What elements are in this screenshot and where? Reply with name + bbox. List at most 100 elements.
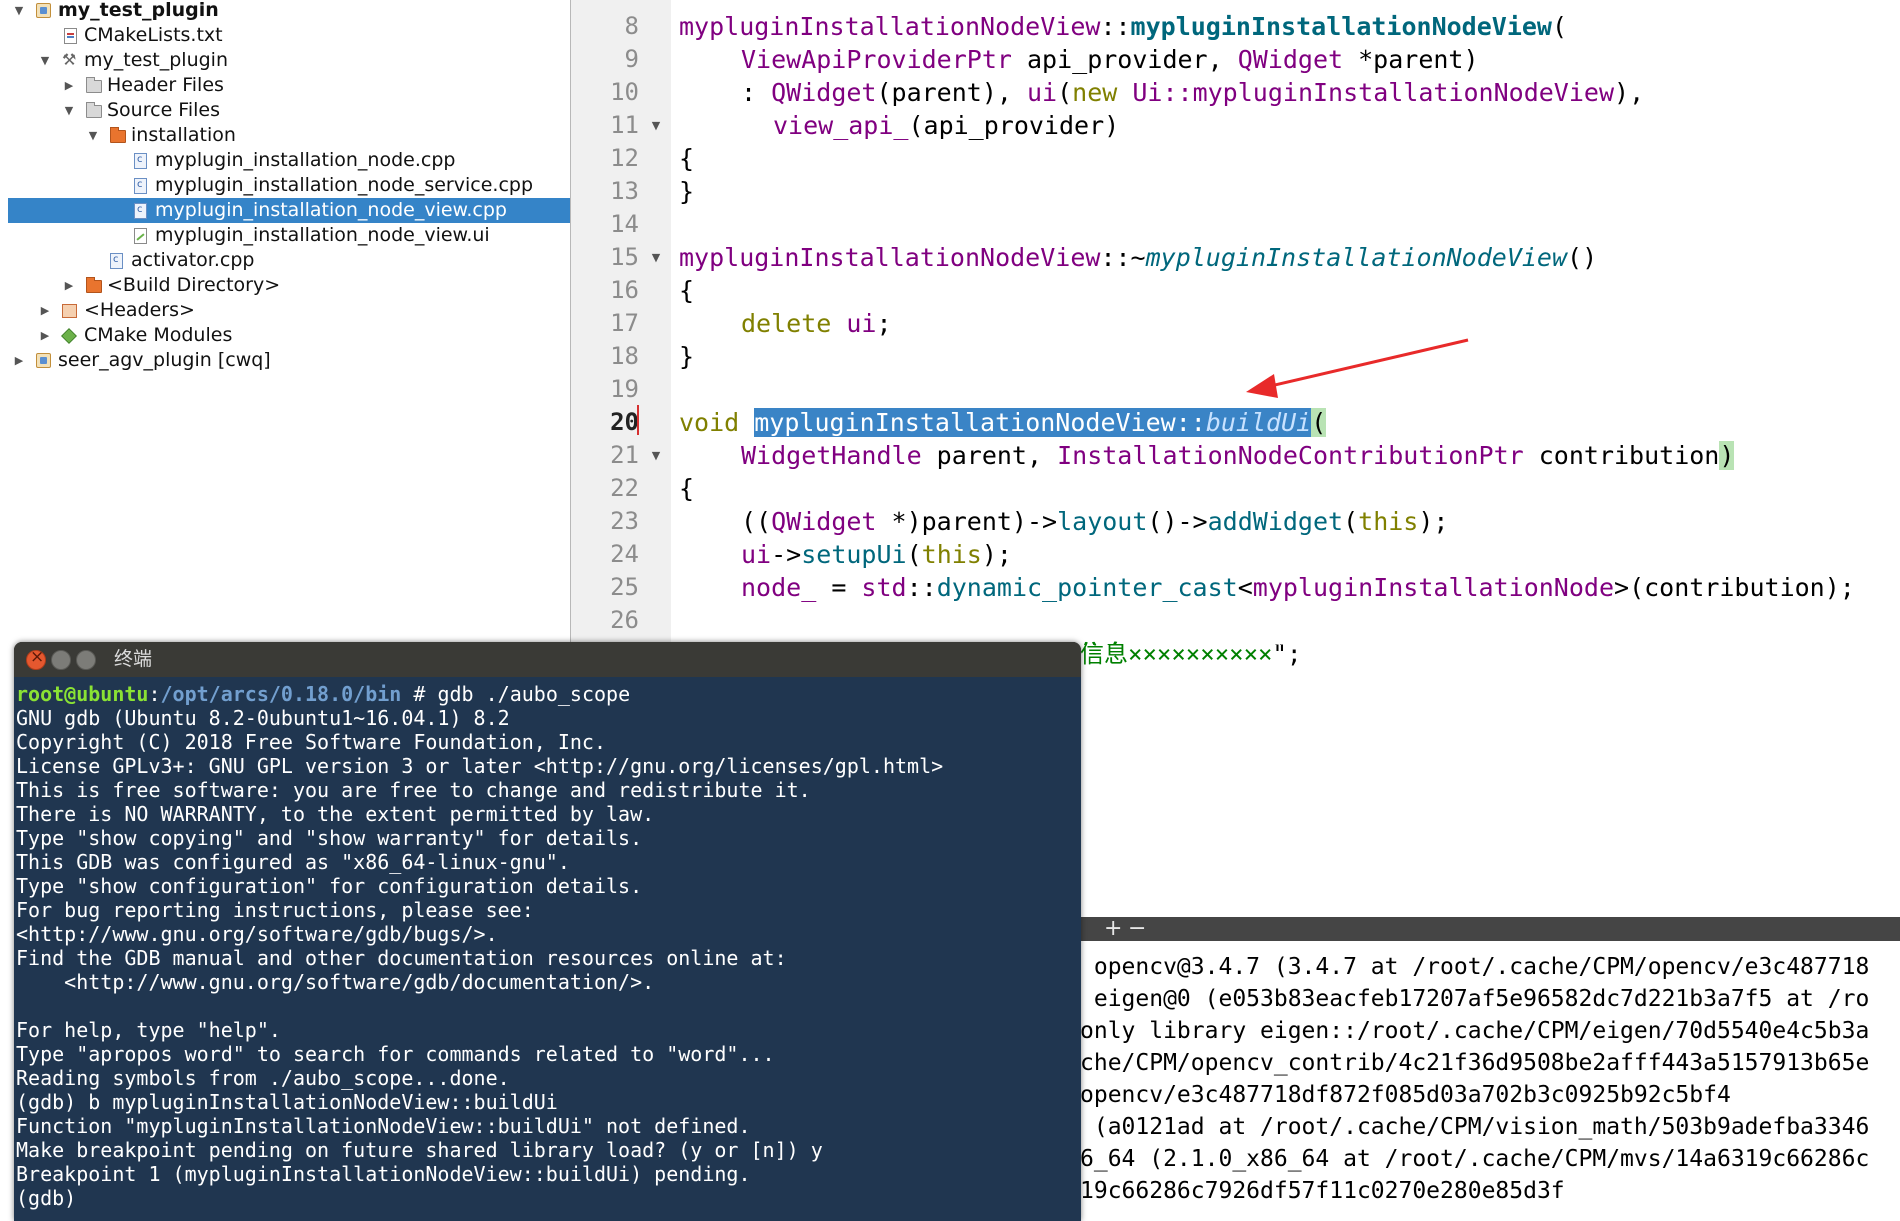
fold-arrow-icon[interactable]: ▼ [649, 241, 663, 274]
class-name: mypluginInstallationNodeView [679, 12, 1101, 41]
output-line: 6_64 (2.1.0_x86_64 at /root/.cache/CPM/m… [1080, 1146, 1870, 1172]
cpp-file-icon [134, 203, 147, 219]
tree-item-project[interactable]: ▼ my_test_plugin [0, 0, 570, 23]
terminal-titlebar[interactable]: 终端 [14, 642, 1081, 677]
tree-item-cmake-modules[interactable]: ▶ CMake Modules [0, 323, 570, 348]
code-line[interactable]: 信息××××××××××"; [1080, 638, 1301, 671]
line-number: 10 [610, 78, 639, 106]
tree-item-label: myplugin_installation_node_view.ui [155, 224, 490, 246]
tree-item-build-directory[interactable]: ▶ <Build Directory> [0, 273, 570, 298]
function-call: layout [1057, 507, 1148, 536]
code-text: -> [771, 540, 802, 569]
code-line[interactable]: ((QWidget *)parent)->layout()->addWidget… [741, 505, 1448, 538]
terminal-line: There is NO WARRANTY, to the extent perm… [16, 802, 655, 826]
scope-operator: :: [1100, 12, 1131, 41]
tree-item-header-files[interactable]: ▶ Header Files [0, 73, 570, 98]
line-number: 11 [610, 111, 639, 139]
tree-item-installation[interactable]: ▼ installation [0, 123, 570, 148]
zoom-out-button[interactable]: − [1128, 917, 1146, 941]
terminal-line: <http://www.gnu.org/software/gdb/bugs/>. [16, 922, 498, 946]
terminal-line: License GPLv3+: GNU GPL version 3 or lat… [16, 754, 944, 778]
output-line: opencv@3.4.7 (3.4.7 at /root/.cache/CPM/… [1080, 954, 1870, 980]
tree-item-target[interactable]: ▼ ⚒ my_test_plugin [0, 48, 570, 73]
line-number: 19 [610, 375, 639, 403]
expand-right-icon[interactable]: ▶ [62, 73, 76, 98]
zoom-in-button[interactable]: + [1104, 917, 1122, 941]
code-line[interactable]: view_api_(api_provider) [773, 109, 1119, 142]
code-line[interactable]: mypluginInstallationNodeView::mypluginIn… [679, 10, 1567, 43]
expand-down-icon[interactable]: ▼ [86, 123, 100, 148]
wrench-icon: ⚒ [62, 50, 77, 69]
expand-right-icon[interactable]: ▶ [38, 323, 52, 348]
code-line[interactable]: ui->setupUi(this); [741, 538, 1012, 571]
line-number: 14 [610, 210, 639, 238]
expand-down-icon[interactable]: ▼ [62, 98, 76, 123]
function-call: addWidget [1207, 507, 1344, 536]
terminal-line: Type "apropos word" to search for comman… [16, 1042, 775, 1066]
tree-item-file[interactable]: myplugin_installation_node.cpp [0, 148, 570, 173]
code-line-current[interactable]: void mypluginInstallationNodeView::build… [679, 406, 1327, 439]
code-line[interactable]: ViewApiProviderPtr api_provider, QWidget… [741, 43, 1479, 76]
tree-item-file[interactable]: activator.cpp [0, 248, 570, 273]
type-name: Ui::mypluginInstallationNodeView [1132, 78, 1615, 107]
tree-item-project[interactable]: ▶ seer_agv_plugin [cwq] [0, 348, 570, 373]
fold-arrow-icon[interactable]: ▼ [649, 109, 663, 142]
compile-output-pane[interactable]: opencv@3.4.7 (3.4.7 at /root/.cache/CPM/… [1080, 941, 1900, 1221]
tree-item-label: CMakeLists.txt [84, 24, 223, 46]
line-number: 23 [610, 507, 639, 535]
code-line[interactable]: : QWidget(parent), ui(new Ui::mypluginIn… [741, 76, 1644, 109]
member-name: ui [741, 540, 772, 569]
code-editor[interactable]: 8 9 10 11 12 13 14 15 16 17 18 19 20 21 … [571, 0, 1900, 645]
code-text: "; [1272, 640, 1302, 668]
expand-right-icon[interactable]: ▶ [38, 298, 52, 323]
fold-arrow-icon[interactable]: ▼ [649, 439, 663, 472]
maximize-button[interactable] [76, 650, 96, 670]
close-button[interactable] [26, 647, 46, 670]
code-text: ( [906, 540, 922, 569]
punctuation: ( [1057, 78, 1073, 107]
class-name: mypluginInstallationNodeView [679, 243, 1101, 272]
terminal-line: Breakpoint 1 (mypluginInstallationNodeVi… [16, 1162, 751, 1186]
tree-item-file[interactable]: myplugin_installation_node_service.cpp [0, 173, 570, 198]
expand-down-icon[interactable]: ▼ [38, 48, 52, 73]
selected-function-name: buildUi [1205, 408, 1312, 437]
tree-item-selected-file[interactable]: myplugin_installation_node_view.cpp [8, 198, 570, 223]
keyword: this [921, 540, 982, 569]
code-line[interactable]: { [679, 472, 694, 505]
terminal-window[interactable]: 终端 root@ubuntu:/opt/arcs/0.18.0/bin # gd… [14, 642, 1081, 1221]
function-call: setupUi [801, 540, 907, 569]
minimize-button[interactable] [51, 650, 71, 670]
tree-item-headers[interactable]: ▶ <Headers> [0, 298, 570, 323]
terminal-line: GNU gdb (Ubuntu 8.2-0ubuntu1~16.04.1) 8.… [16, 706, 510, 730]
code-text: *)parent)-> [876, 507, 1058, 536]
code-line[interactable]: mypluginInstallationNodeView::~mypluginI… [679, 241, 1597, 274]
code-line[interactable]: { [679, 142, 694, 175]
code-text: >(contribution); [1614, 573, 1855, 602]
project-icon [36, 353, 51, 368]
code-text: ; [876, 309, 892, 338]
tree-item-label: myplugin_installation_node_service.cpp [155, 174, 534, 196]
tree-item-file[interactable]: myplugin_installation_node_view.ui [0, 223, 570, 248]
line-number: 16 [610, 276, 639, 304]
code-line[interactable]: { [679, 274, 694, 307]
prompt-path: /opt/arcs/0.18.0/bin [160, 682, 402, 706]
tree-item-cmakelists[interactable]: CMakeLists.txt [0, 23, 570, 48]
type-name: QWidget [771, 507, 877, 536]
type-name: InstallationNodeContributionPtr [1057, 441, 1524, 470]
code-line[interactable]: delete ui; [741, 307, 892, 340]
code-line[interactable]: } [679, 340, 694, 373]
expand-down-icon[interactable]: ▼ [12, 0, 26, 23]
terminal-output[interactable]: root@ubuntu:/opt/arcs/0.18.0/bin # gdb .… [14, 677, 1081, 1221]
output-line: eigen@0 (e053b83eacfeb17207af5e96582dc7d… [1080, 986, 1870, 1012]
tree-item-source-files[interactable]: ▼ Source Files [0, 98, 570, 123]
brace: } [679, 342, 695, 371]
expand-right-icon[interactable]: ▶ [62, 273, 76, 298]
code-line[interactable]: WidgetHandle parent, InstallationNodeCon… [741, 439, 1735, 472]
code-line[interactable]: node_ = std::dynamic_pointer_cast<myplug… [741, 571, 1855, 604]
cmake-file-icon [64, 28, 77, 44]
namespace-name: std [861, 573, 907, 602]
code-line[interactable]: } [679, 175, 694, 208]
expand-right-icon[interactable]: ▶ [12, 348, 26, 373]
prompt-command: # gdb ./aubo_scope [401, 682, 631, 706]
line-number: 17 [610, 309, 639, 337]
